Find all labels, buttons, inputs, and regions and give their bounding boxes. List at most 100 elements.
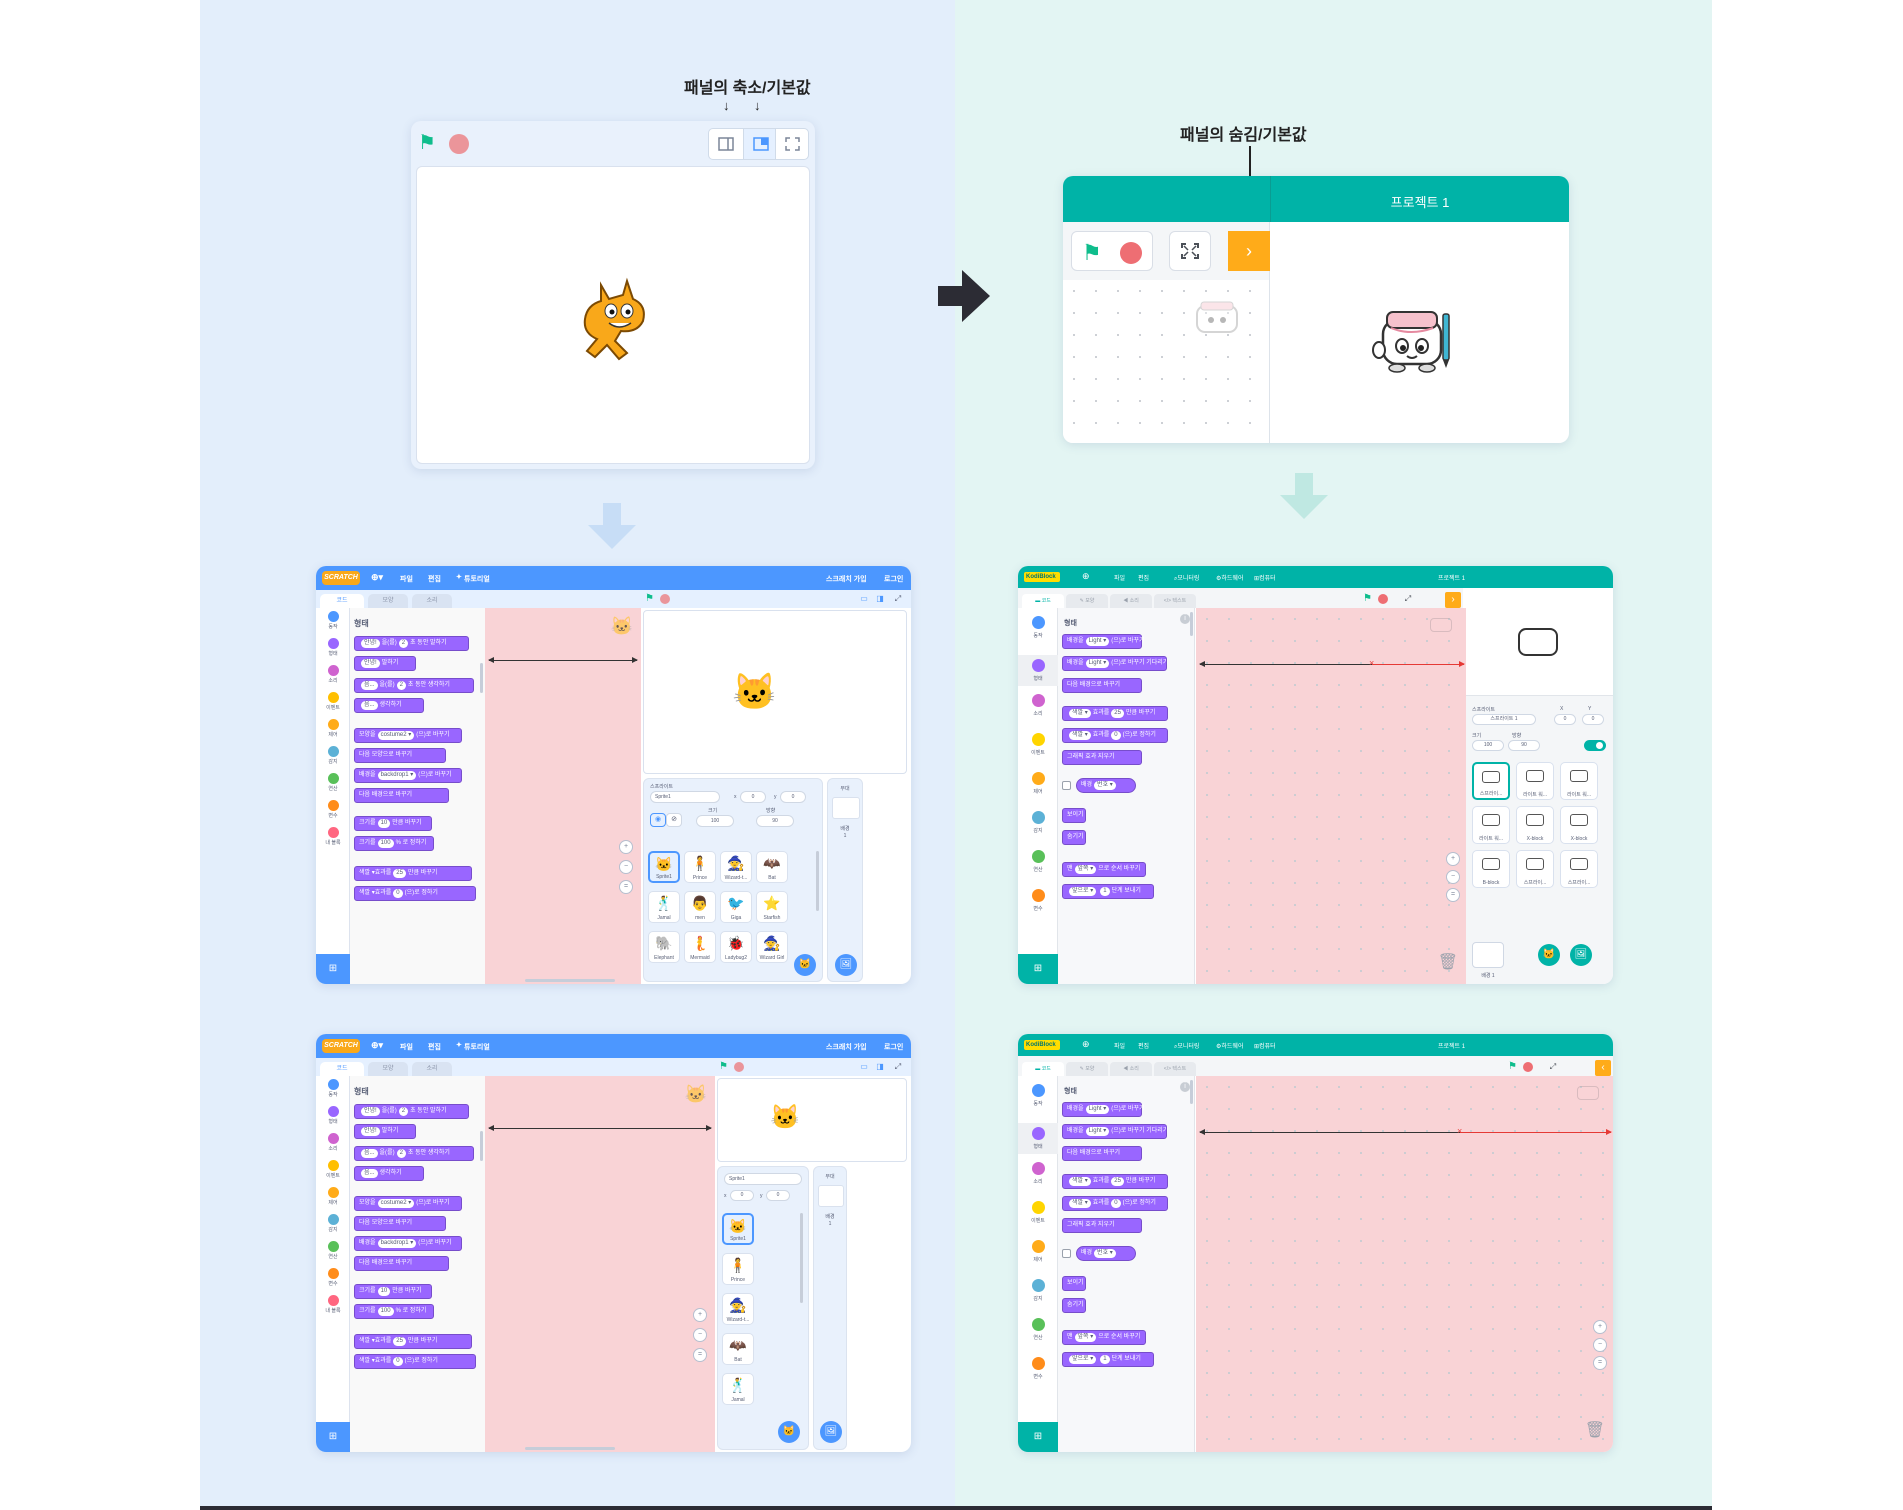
looks-block[interactable]: 숨기기 [1062, 1298, 1086, 1313]
category-2[interactable]: 소리 [316, 665, 350, 684]
category-8[interactable]: 내 블록 [316, 827, 350, 846]
block-input[interactable]: 1 [1100, 887, 1110, 896]
tab-text[interactable]: </> 텍스트 [1154, 1062, 1196, 1076]
looks-block[interactable]: 다음 배경으로 바꾸기 [354, 788, 449, 803]
looks-block[interactable]: 크기를 10 만큼 바꾸기 [354, 816, 432, 831]
looks-block[interactable]: 배경을 backdrop1 ▾ (으)로 바꾸기 [354, 1236, 462, 1251]
hide-panel-button[interactable]: › [1445, 592, 1461, 608]
tab-sounds[interactable]: ◀ 소리 [1110, 594, 1152, 608]
looks-block[interactable]: 그래픽 효과 지우기 [1062, 1218, 1142, 1233]
info-icon[interactable]: i [1180, 1082, 1190, 1092]
y-input[interactable]: 0 [780, 791, 806, 803]
sprite-thumbnail[interactable]: 🦇 Bat [756, 851, 788, 883]
green-flag-icon[interactable]: ⚑ [645, 594, 655, 604]
looks-block[interactable]: 안녕! 을(를) 2 초 동안 말하기 [354, 1104, 469, 1119]
menu-item[interactable]: ⚙하드웨어 [1216, 1041, 1243, 1050]
category-4[interactable]: 제어 [316, 1187, 350, 1206]
looks-block[interactable]: 그래픽 효과 지우기 [1062, 750, 1142, 765]
reporter-checkbox[interactable] [1062, 1249, 1071, 1258]
block-input[interactable]: 25 [393, 1337, 406, 1346]
choose-backdrop-button[interactable]: 🖼 [1570, 944, 1592, 966]
menu-item[interactable]: 편집 [428, 1042, 441, 1052]
green-flag-icon[interactable]: ⚑ [719, 1062, 729, 1072]
looks-block[interactable]: 배경 번호 ▾ [1076, 1246, 1136, 1261]
category-0[interactable]: 동작 [316, 611, 350, 630]
scratch-cat-sprite[interactable] [571, 275, 661, 365]
sprite-thumbnail[interactable]: 🐱 Sprite1 [648, 851, 680, 883]
block-input[interactable]: Light ▾ [1085, 659, 1110, 668]
x-input[interactable]: 0 [730, 1190, 754, 1201]
block-input[interactable]: Light ▾ [1085, 637, 1110, 646]
sprite-thumbnail[interactable]: B-block [1472, 850, 1510, 888]
stop-icon[interactable] [1120, 242, 1142, 264]
workspace-scrollbar[interactable] [525, 1447, 615, 1450]
category-1[interactable]: 형태 [316, 638, 350, 657]
looks-block[interactable]: 음... 생각하기 [354, 1166, 424, 1181]
y-input[interactable]: 0 [766, 1190, 790, 1201]
direction-input[interactable]: 90 [1508, 740, 1540, 751]
menu-item[interactable]: 편집 [1138, 573, 1149, 582]
category-3[interactable]: 이벤트 [316, 692, 350, 711]
fullscreen-icon[interactable] [776, 129, 809, 159]
looks-block[interactable]: 안녕! 말하기 [354, 1124, 416, 1139]
looks-block[interactable]: 모양을 costume2 ▾ (으)로 바꾸기 [354, 728, 462, 743]
green-flag-icon[interactable]: ⚑ [1508, 1062, 1518, 1072]
block-input[interactable]: 안녕! [361, 1127, 380, 1136]
category-7[interactable]: 변수 [316, 1268, 350, 1287]
looks-block[interactable]: 색깔 ▾효과를25만큼 바꾸기 [1062, 1174, 1168, 1189]
scratch-cat-sprite[interactable]: 🐱 [732, 671, 777, 713]
looks-block[interactable]: 크기를 10 만큼 바꾸기 [354, 1284, 432, 1299]
looks-block[interactable]: 숨기기 [1062, 830, 1086, 845]
looks-block[interactable]: 음... 을(를) 2 초 동안 생각하기 [354, 678, 474, 693]
block-input[interactable]: 앞으로 ▾ [1069, 887, 1097, 896]
looks-block[interactable]: 다음 배경으로 바꾸기 [354, 1256, 449, 1271]
block-input[interactable]: 2 [396, 681, 406, 690]
hide-panel-button[interactable]: › [1228, 231, 1270, 271]
looks-block[interactable]: 배경을 Light ▾ (으)로 바꾸기 기다리기 [1062, 1124, 1168, 1139]
block-input[interactable]: 2 [398, 1107, 409, 1116]
zoom-in-icon[interactable]: + [693, 1308, 707, 1322]
sign-in-link[interactable]: 로그인 [884, 574, 903, 584]
tab-costumes[interactable]: 모양 [368, 594, 408, 608]
sprite-thumbnail[interactable]: 🐦 Giga [720, 891, 752, 923]
category-6[interactable]: 연산 [1018, 850, 1058, 873]
size-input[interactable]: 100 [1472, 740, 1504, 751]
category-7[interactable]: 변수 [1018, 1357, 1058, 1380]
looks-block[interactable]: 배경을 Light ▾ (으)로 바꾸기 기다리기 [1062, 656, 1168, 671]
menu-item[interactable]: 파일 [1114, 1041, 1125, 1050]
show-icon[interactable]: ◉ [650, 813, 666, 827]
category-0[interactable]: 동작 [1018, 1084, 1058, 1107]
globe-icon[interactable]: ⊕▾ [371, 1040, 383, 1051]
block-input[interactable]: 앞쪽 ▾ [1074, 1333, 1097, 1342]
zoom-reset-icon[interactable]: = [1593, 1356, 1607, 1370]
sprite-thumbnail[interactable]: 스프라이... [1472, 762, 1510, 800]
block-input[interactable]: 색깔 ▾ [1069, 709, 1091, 718]
block-input[interactable]: 0 [1111, 1199, 1121, 1208]
category-4[interactable]: 제어 [1018, 1240, 1058, 1263]
looks-block[interactable]: 음... 을(를) 2 초 동안 생각하기 [354, 1146, 474, 1161]
sprite-thumbnail[interactable]: 🐱 Sprite1 [722, 1213, 754, 1245]
looks-block[interactable]: 맨 앞쪽 ▾ 으로 순서 바꾸기 [1062, 1330, 1146, 1345]
looks-block[interactable]: 음... 생각하기 [354, 698, 424, 713]
block-input[interactable]: 음... [361, 1169, 378, 1178]
zoom-out-icon[interactable]: − [693, 1328, 707, 1342]
category-2[interactable]: 소리 [1018, 1162, 1058, 1185]
workspace-scrollbar[interactable] [525, 979, 615, 982]
direction-input[interactable]: 90 [756, 815, 794, 827]
category-0[interactable]: 동작 [1018, 616, 1058, 639]
choose-sprite-button[interactable]: 🐱 [794, 954, 816, 976]
trash-icon[interactable]: 🗑 [1438, 952, 1458, 972]
menu-item[interactable]: 파일 [1114, 573, 1125, 582]
looks-block[interactable]: 크기를 100% 로 정하기 [354, 1304, 434, 1319]
fullscreen-icon[interactable]: ⤢ [893, 1062, 903, 1072]
sprite-thumbnail[interactable]: 🐘 Elephant [648, 931, 680, 963]
block-input[interactable]: 앞으로 ▾ [1069, 1355, 1097, 1364]
info-icon[interactable]: i [1180, 614, 1190, 624]
looks-block[interactable]: 색깔 ▾효과를25만큼 바꾸기 [1062, 706, 1168, 721]
sprite-thumbnail[interactable]: 스프라이... [1560, 850, 1598, 888]
scratch-cat-sprite[interactable]: 🐱 [770, 1103, 800, 1132]
category-8[interactable]: 내 블록 [316, 1295, 350, 1314]
looks-block[interactable]: 배경을 backdrop1 ▾ (으)로 바꾸기 [354, 768, 462, 783]
category-7[interactable]: 변수 [316, 800, 350, 819]
block-input[interactable]: 앞쪽 ▾ [1074, 865, 1097, 874]
